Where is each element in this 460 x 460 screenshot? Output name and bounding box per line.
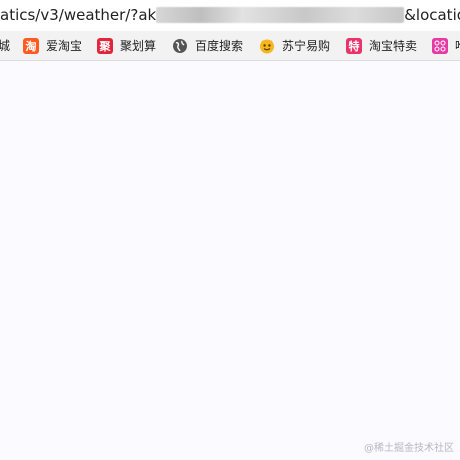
taobao-temai-icon: 特 [346,37,362,54]
address-bar[interactable]: atics/v3/weather/?ak&location [0,0,460,31]
url-visible-start: atics/v3/weather/?ak [0,6,157,24]
url-redacted-segment [156,7,405,23]
bookmark-label: 唯 [455,37,460,54]
bookmark-label: 爱淘宝 [46,39,83,53]
bookmark-baidu[interactable]: 百度搜索 [172,31,243,60]
globe-icon [172,38,188,54]
bookmark-aitaobao[interactable]: 淘 爱淘宝 [23,31,82,60]
vip-icon [432,37,448,54]
url-visible-end: &location [404,6,460,24]
bookmark-vip[interactable]: 唯 [432,31,460,60]
bookmark-label: 城 [0,37,10,54]
bookmark-label: 淘宝特卖 [369,39,418,53]
bookmark-suning[interactable]: 苏宁易购 [259,31,330,60]
taobao-icon: 淘 [23,37,39,54]
bookmarks-bar: 城 淘 爱淘宝 聚 聚划算 百度搜索 [0,31,460,61]
page-content [0,61,460,460]
bookmark-juhuasuan[interactable]: 聚 聚划算 [97,31,156,60]
bookmark-taobao-temai[interactable]: 特 淘宝特卖 [346,31,417,60]
url-text[interactable]: atics/v3/weather/?ak&location [0,4,460,26]
juhuasuan-icon: 聚 [97,37,113,54]
watermark-text: @稀土掘金技术社区 [364,443,454,454]
bookmark-label: 百度搜索 [195,39,244,53]
bookmark-label: 聚划算 [120,39,157,53]
browser-window: atics/v3/weather/?ak&location 城 淘 爱淘宝 聚 … [0,0,460,460]
bookmark-label: 苏宁易购 [282,39,331,53]
bookmark-truncated[interactable]: 城 [0,31,10,60]
suning-icon [259,38,275,54]
